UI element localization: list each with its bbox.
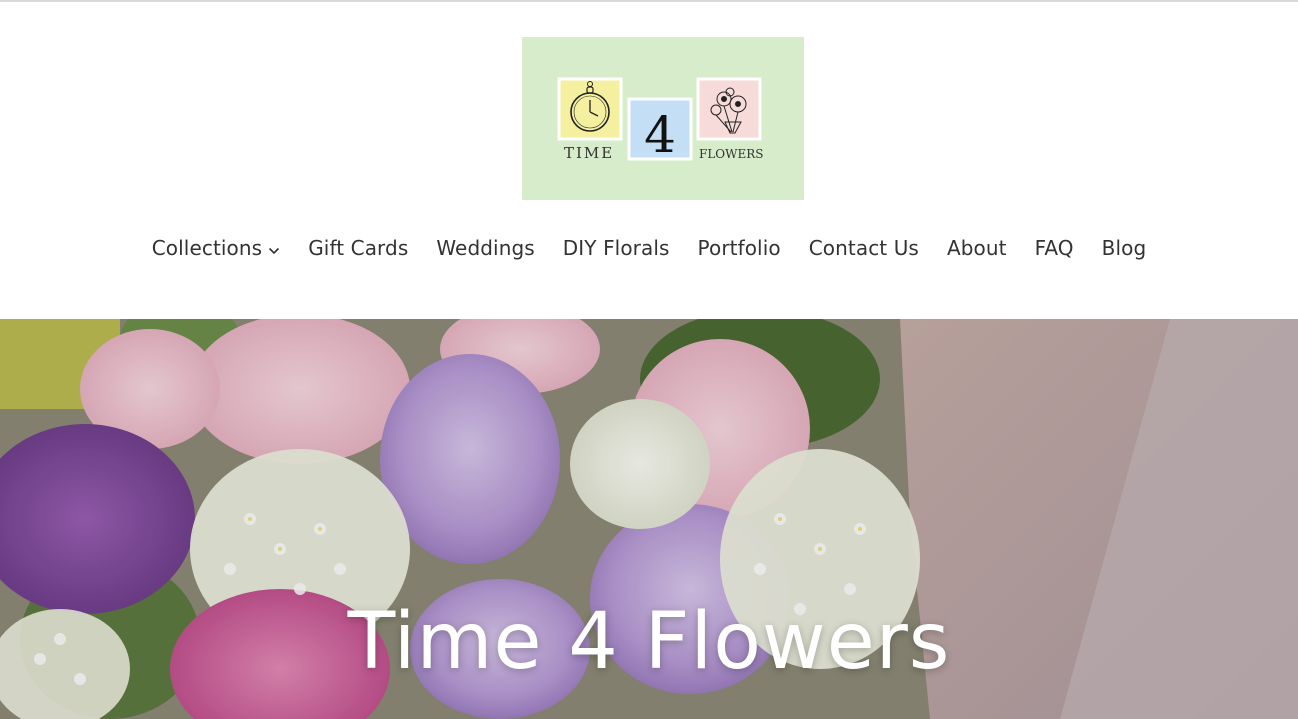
nav-item-label: Blog (1101, 236, 1147, 260)
site-header: TIME 4 FLOWERS Collections Gift Cards We… (0, 2, 1298, 319)
nav-item-about[interactable]: About (947, 236, 1007, 260)
nav-item-label: Collections (151, 236, 263, 260)
logo-text-time: TIME (564, 144, 614, 162)
nav-item-label: Weddings (436, 236, 535, 260)
nav-item-blog[interactable]: Blog (1102, 236, 1147, 260)
logo-text-flowers: FLOWERS (699, 147, 763, 161)
nav-item-diy-florals[interactable]: DIY Florals (563, 236, 670, 260)
nav-item-label: About (946, 236, 1007, 260)
nav-item-label: Portfolio (697, 236, 781, 260)
nav-item-label: DIY Florals (562, 236, 670, 260)
nav-item-contact-us[interactable]: Contact Us (809, 236, 919, 260)
main-nav: Collections Gift Cards Weddings DIY Flor… (0, 228, 1298, 268)
chevron-down-icon (268, 236, 280, 260)
hero-title: Time 4 Flowers (347, 597, 951, 687)
nav-item-label: FAQ (1034, 236, 1074, 260)
nav-item-label: Gift Cards (308, 236, 409, 260)
nav-item-collections[interactable]: Collections (152, 236, 280, 260)
nav-item-gift-cards[interactable]: Gift Cards (308, 236, 408, 260)
nav-item-weddings[interactable]: Weddings (436, 236, 534, 260)
logo-number: 4 (644, 106, 676, 164)
site-logo[interactable]: TIME 4 FLOWERS (522, 37, 804, 200)
nav-item-portfolio[interactable]: Portfolio (698, 236, 781, 260)
nav-item-faq[interactable]: FAQ (1035, 236, 1074, 260)
hero-banner: Time 4 Flowers (0, 319, 1298, 719)
logo-graphic: TIME 4 FLOWERS (557, 77, 763, 164)
nav-item-label: Contact Us (808, 236, 919, 260)
